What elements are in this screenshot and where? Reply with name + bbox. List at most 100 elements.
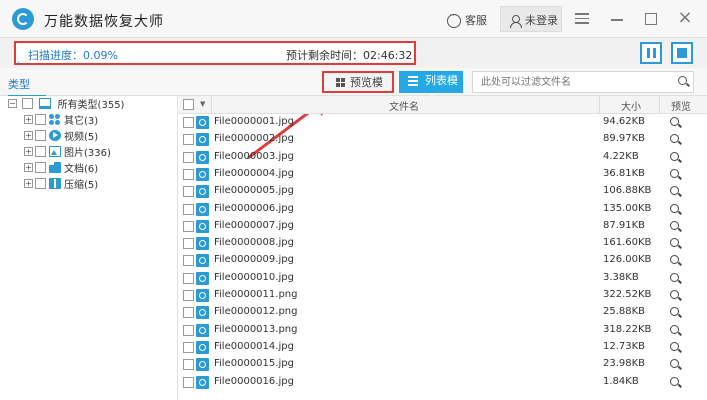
preview-magnifier-icon[interactable]	[670, 168, 679, 178]
expand-icon[interactable]: +	[24, 115, 33, 124]
row-checkbox[interactable]	[183, 290, 194, 301]
preview-magnifier-icon[interactable]	[670, 290, 679, 299]
preview-magnifier-icon[interactable]	[670, 151, 679, 161]
image-file-icon	[196, 167, 209, 181]
image-file-icon	[196, 202, 209, 216]
file-size: 3.38KB	[603, 271, 639, 283]
login-button[interactable]: 未登录	[500, 6, 562, 32]
checkbox[interactable]	[35, 162, 46, 173]
row-checkbox[interactable]	[183, 324, 194, 336]
row-checkbox[interactable]	[183, 168, 194, 180]
tree-item[interactable]: + 压缩(5)	[24, 176, 98, 191]
file-size: 36.81KB	[603, 167, 646, 179]
image-file-icon	[196, 306, 209, 320]
chevron-down-icon[interactable]: ▼	[200, 100, 205, 108]
column-header-size[interactable]: 大小	[621, 98, 641, 113]
checkbox[interactable]	[35, 178, 46, 189]
file-size: 87.91KB	[603, 219, 646, 231]
row-checkbox[interactable]	[183, 255, 194, 267]
select-all-checkbox[interactable]	[183, 99, 194, 110]
preview-magnifier-icon[interactable]	[670, 238, 679, 248]
table-row[interactable]: File0000016.jpg 1.84KB	[179, 374, 707, 391]
table-row[interactable]: File0000001.jpg 94.62KB	[179, 114, 707, 131]
row-checkbox[interactable]	[183, 238, 194, 250]
row-checkbox[interactable]	[183, 272, 194, 284]
table-row[interactable]: File0000005.jpg 106.88KB	[179, 183, 707, 200]
preview-magnifier-icon[interactable]	[670, 203, 679, 213]
checkbox[interactable]	[35, 146, 46, 157]
preview-magnifier-icon[interactable]	[670, 376, 679, 386]
file-table-body: File0000001.jpg 94.62KB File0000002.jpg 89.…	[179, 114, 707, 400]
expand-icon[interactable]: +	[24, 147, 33, 156]
tree-item-all[interactable]: − 所有类型(355)	[8, 96, 125, 111]
preview-mode-button[interactable]: 预览模式	[322, 71, 394, 109]
collapse-icon[interactable]: −	[8, 99, 17, 108]
table-row[interactable]: File0000012.png 25.88KB	[179, 304, 707, 321]
list-mode-button[interactable]: 列表模式	[399, 71, 463, 107]
table-row[interactable]: File0000009.jpg 126.00KB	[179, 252, 707, 269]
expand-icon[interactable]: +	[24, 163, 33, 172]
customer-service-button[interactable]: 客服	[447, 11, 487, 28]
preview-magnifier-icon[interactable]	[670, 307, 679, 317]
maximize-icon[interactable]	[642, 10, 660, 28]
table-row[interactable]: File0000002.jpg 89.97KB	[179, 131, 707, 148]
table-row[interactable]: File0000014.jpg 12.73KB	[179, 339, 707, 356]
table-row[interactable]: File0000007.jpg 87.91KB	[179, 218, 707, 235]
minimize-icon[interactable]	[608, 10, 626, 28]
row-checkbox[interactable]	[183, 359, 194, 371]
table-row[interactable]: File0000011.png 322.52KB	[179, 287, 707, 304]
row-checkbox[interactable]	[183, 117, 194, 128]
table-row[interactable]: File0000013.png 318.22KB	[179, 322, 707, 339]
tree-item[interactable]: + 其它(3)	[24, 112, 98, 127]
table-row[interactable]: File0000008.jpg 161.60KB	[179, 235, 707, 252]
row-checkbox[interactable]	[183, 186, 194, 198]
expand-icon[interactable]: +	[24, 131, 33, 140]
row-checkbox[interactable]	[183, 376, 194, 388]
table-row[interactable]: File0000015.jpg 23.98KB	[179, 356, 707, 373]
preview-magnifier-icon[interactable]	[670, 134, 679, 144]
preview-magnifier-icon[interactable]	[670, 186, 679, 196]
stop-button[interactable]	[671, 42, 693, 64]
table-row[interactable]: File0000010.jpg 3.38KB	[179, 270, 707, 287]
preview-magnifier-icon[interactable]	[670, 341, 679, 351]
row-checkbox[interactable]	[183, 203, 194, 215]
expand-icon[interactable]: +	[24, 179, 33, 188]
search-icon[interactable]	[678, 76, 687, 85]
pause-button[interactable]	[640, 42, 662, 64]
file-size: 4.22KB	[603, 150, 639, 162]
video-icon	[49, 130, 61, 141]
file-name: File0000005.jpg	[214, 185, 294, 197]
table-row[interactable]: File0000006.jpg 135.00KB	[179, 201, 707, 218]
row-checkbox[interactable]	[183, 134, 194, 146]
preview-magnifier-icon[interactable]	[670, 255, 679, 265]
preview-magnifier-icon[interactable]	[670, 324, 679, 334]
table-row[interactable]: File0000003.jpg 4.22KB	[179, 149, 707, 166]
row-checkbox[interactable]	[183, 151, 194, 163]
tab-type[interactable]: 类型	[8, 76, 46, 97]
table-row[interactable]: File0000004.jpg 36.81KB	[179, 166, 707, 183]
column-header-name[interactable]: 文件名	[389, 98, 419, 113]
checkbox[interactable]	[35, 130, 46, 141]
row-checkbox[interactable]	[183, 220, 194, 232]
file-name: File0000007.jpg	[214, 219, 294, 231]
tree-item-label: 所有类型(355)	[57, 100, 125, 111]
close-icon[interactable]: ×	[676, 9, 694, 28]
row-checkbox[interactable]	[183, 307, 194, 319]
document-icon	[49, 162, 61, 173]
file-size: 94.62KB	[603, 116, 646, 127]
tree-item[interactable]: + 文档(6)	[24, 160, 99, 175]
image-file-icon	[196, 323, 209, 337]
preview-magnifier-icon[interactable]	[670, 272, 679, 282]
row-checkbox[interactable]	[183, 341, 194, 353]
checkbox[interactable]	[35, 114, 46, 125]
preview-magnifier-icon[interactable]	[670, 117, 679, 126]
menu-icon[interactable]	[573, 10, 591, 28]
file-name: File0000010.jpg	[214, 271, 294, 283]
tree-item-label: 文档(6)	[64, 164, 99, 175]
checkbox[interactable]	[22, 98, 34, 109]
filename-filter-input[interactable]	[472, 71, 694, 93]
tree-item[interactable]: + 视频(5)	[24, 128, 98, 143]
preview-magnifier-icon[interactable]	[670, 359, 679, 369]
preview-magnifier-icon[interactable]	[670, 220, 679, 230]
tree-item[interactable]: + 图片(336)	[24, 144, 111, 159]
